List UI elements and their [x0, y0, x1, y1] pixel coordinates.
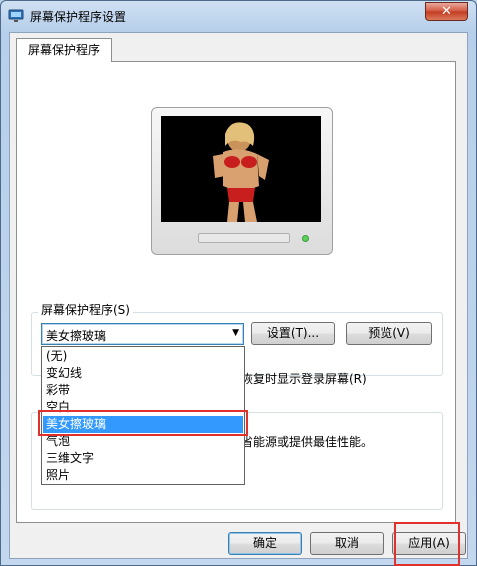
monitor-base — [198, 233, 290, 243]
settings-button[interactable]: 设置(T)... — [251, 322, 335, 345]
highlight-apply-button — [394, 522, 460, 566]
ok-button[interactable]: 确定 — [228, 532, 302, 555]
screensaver-select[interactable]: 美女擦玻璃 ▼ — [41, 323, 244, 345]
dropdown-option[interactable]: 照片 — [43, 467, 243, 484]
title-bar[interactable]: 屏幕保护程序设置 ✕ — [1, 1, 476, 31]
display-settings-icon — [8, 9, 24, 22]
dropdown-option[interactable]: 三维文字 — [43, 450, 243, 467]
window-title: 屏幕保护程序设置 — [30, 10, 127, 24]
dropdown-option[interactable]: 变幻线 — [43, 365, 243, 382]
preview-screen — [161, 116, 321, 222]
chevron-down-icon: ▼ — [232, 328, 239, 338]
dropdown-option[interactable]: (无) — [43, 348, 243, 365]
screensaver-select-value: 美女擦玻璃 — [46, 329, 107, 343]
monitor-preview — [151, 107, 333, 255]
power-led — [302, 235, 309, 242]
screensaver-settings-window: 屏幕保护程序设置 ✕ 屏幕保护程序 屏幕保护程序(S) 美女擦玻璃 ▼ 设置(T… — [0, 0, 477, 566]
screensaver-legend: 屏幕保护程序(S) — [38, 301, 133, 318]
cancel-button[interactable]: 取消 — [310, 532, 384, 555]
resume-logon-label: 恢复时显示登录屏幕(R) — [241, 372, 367, 386]
tab-screensaver[interactable]: 屏幕保护程序 — [16, 38, 112, 62]
highlight-selected-option — [38, 410, 248, 436]
preview-button[interactable]: 预览(V) — [346, 322, 432, 345]
dropdown-option[interactable]: 彩带 — [43, 382, 243, 399]
screensaver-figure-image — [213, 122, 269, 222]
close-button[interactable]: ✕ — [425, 2, 468, 21]
power-description: 省能源或提供最佳性能。 — [241, 435, 374, 449]
